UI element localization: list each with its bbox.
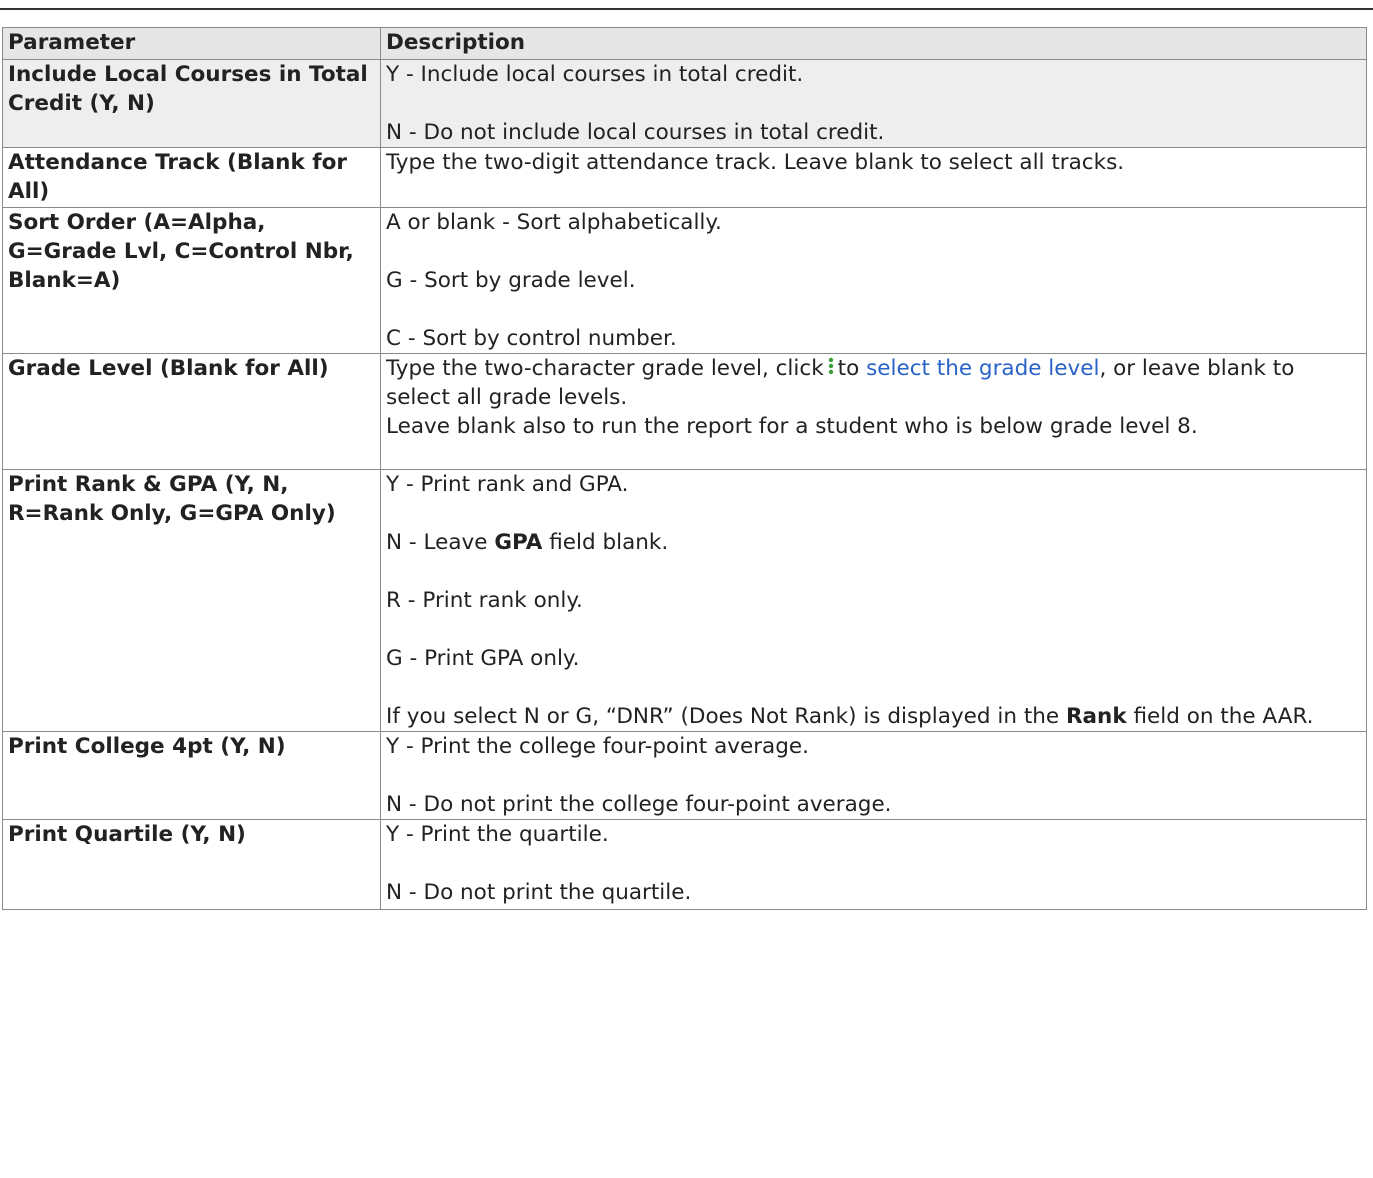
parameter-cell: Print Quartile (Y, N) (2, 819, 381, 910)
description-line: N - Do not print the quartile. (386, 880, 692, 905)
description-cell: Type the two-character grade level, clic… (380, 353, 1367, 470)
description-text: to (837, 356, 860, 381)
description-line: G - Print GPA only. (386, 646, 580, 671)
description-line: N - Leave GPA field blank. (386, 528, 1362, 557)
description-line: Y - Print rank and GPA. (386, 472, 629, 497)
description-line: Leave blank also to run the report for a… (386, 414, 1198, 439)
table-row: Print Rank & GPA (Y, N, R=Rank Only, G=G… (2, 469, 1367, 732)
parameter-cell: Grade Level (Blank for All) (2, 353, 381, 470)
table-row: Include Local Courses in Total Credit (Y… (2, 59, 1367, 148)
description-text: Type the two-character grade level, clic… (386, 356, 824, 381)
parameter-cell: Include Local Courses in Total Credit (Y… (2, 59, 381, 148)
header-parameter: Parameter (2, 27, 381, 60)
table-header-row: Parameter Description (2, 27, 1367, 60)
table-row: Attendance Track (Blank for All) Type th… (2, 147, 1367, 208)
text-fragment: field on the AAR. (1133, 704, 1314, 729)
rank-field-name: Rank (1065, 704, 1127, 729)
table-row: Print Quartile (Y, N) Y - Print the quar… (2, 819, 1367, 910)
top-rule (0, 8, 1373, 10)
description-line: A or blank - Sort alphabetically. (386, 210, 722, 235)
text-fragment: If you select N or G, “DNR” (Does Not Ra… (386, 704, 1060, 729)
text-fragment: field blank. (549, 530, 669, 555)
description-cell: Type the two-digit attendance track. Lea… (380, 147, 1367, 208)
description-line: If you select N or G, “DNR” (Does Not Ra… (386, 702, 1362, 731)
parameter-cell: Print College 4pt (Y, N) (2, 731, 381, 820)
header-description: Description (380, 27, 1367, 60)
description-line: R - Print rank only. (386, 588, 583, 613)
description-line: N - Do not include local courses in tota… (386, 120, 885, 145)
vertical-dots-icon[interactable] (827, 356, 835, 376)
table-row: Sort Order (A=Alpha, G=Grade Lvl, C=Cont… (2, 207, 1367, 354)
text-fragment: N - Leave (386, 530, 488, 555)
parameter-cell: Print Rank & GPA (Y, N, R=Rank Only, G=G… (2, 469, 381, 732)
parameters-table: Parameter Description Include Local Cour… (2, 27, 1367, 910)
gpa-field-name: GPA (494, 530, 543, 555)
description-cell: Y - Print the quartile. N - Do not print… (380, 819, 1367, 910)
description-cell: Y - Print rank and GPA. N - Leave GPA fi… (380, 469, 1367, 732)
table-row: Grade Level (Blank for All) Type the two… (2, 353, 1367, 470)
description-line: N - Do not print the college four-point … (386, 792, 892, 817)
parameter-cell: Sort Order (A=Alpha, G=Grade Lvl, C=Cont… (2, 207, 381, 354)
description-cell: A or blank - Sort alphabetically. G - So… (380, 207, 1367, 354)
description-line: Y - Include local courses in total credi… (386, 62, 804, 87)
description-line: C - Sort by control number. (386, 326, 677, 351)
parameter-cell: Attendance Track (Blank for All) (2, 147, 381, 208)
description-cell: Y - Print the college four-point average… (380, 731, 1367, 820)
description-line: G - Sort by grade level. (386, 268, 636, 293)
table-row: Print College 4pt (Y, N) Y - Print the c… (2, 731, 1367, 820)
select-grade-level-link[interactable]: select the grade level (866, 356, 1099, 381)
description-line: Y - Print the quartile. (386, 822, 609, 847)
description-cell: Y - Include local courses in total credi… (380, 59, 1367, 148)
description-line: Y - Print the college four-point average… (386, 734, 809, 759)
